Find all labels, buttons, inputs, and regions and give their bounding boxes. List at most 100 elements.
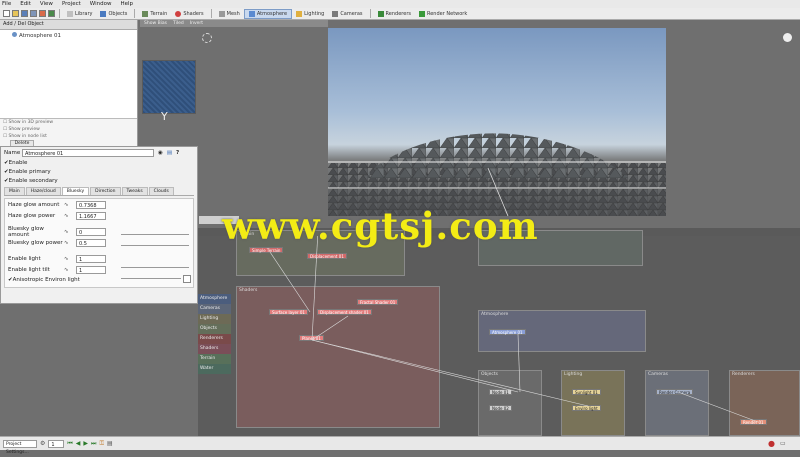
bluesky-amount-slider[interactable] — [121, 234, 189, 235]
graph-icon[interactable]: ∿ — [64, 256, 76, 262]
show-bias-toggle[interactable]: Show Bias — [144, 21, 167, 26]
graph-icon[interactable]: ∿ — [64, 229, 76, 235]
sun-icon[interactable] — [202, 33, 212, 43]
play-icon[interactable]: ▶ — [83, 440, 88, 447]
enable-light-slider[interactable] — [121, 267, 189, 268]
name-row: Name Atmosphere 01 ◉ ▤ ? — [1, 147, 197, 158]
invert-toggle[interactable]: Invert — [190, 21, 203, 26]
menu-help[interactable]: Help — [120, 1, 133, 7]
check-label: Enable primary — [8, 168, 51, 175]
atmosphere-icon — [248, 10, 255, 17]
objects-button[interactable]: Objects — [96, 9, 131, 19]
open-folder-icon[interactable] — [12, 10, 19, 17]
tiled-toggle[interactable]: Tiled — [173, 21, 184, 26]
haze-glow-power-field[interactable]: 1.1667 — [76, 211, 106, 220]
cameras-label: Cameras — [340, 10, 363, 17]
terrain-button[interactable]: Terrain — [138, 9, 171, 19]
menu-view[interactable]: View — [40, 1, 53, 7]
undo-icon[interactable] — [39, 10, 46, 17]
3d-viewport[interactable] — [328, 28, 666, 216]
lighting-label: Lighting — [304, 10, 325, 17]
scene-item-atmosphere[interactable]: Atmosphere 01 — [0, 30, 137, 39]
check-enable[interactable]: ✔ Enable — [1, 158, 197, 167]
haze-glow-amount-field[interactable]: 0.7368 — [76, 200, 106, 209]
tab-main[interactable]: Main — [4, 187, 25, 195]
name-label: Name — [4, 149, 21, 156]
property-row: Enable light tilt ∿ 1 — [5, 264, 193, 275]
list-icon[interactable]: ▤ — [167, 150, 172, 156]
option-show-node-list[interactable]: ☐ Show in node list — [0, 133, 137, 140]
divider — [134, 9, 136, 18]
tab-clouds[interactable]: Clouds — [148, 187, 174, 195]
record-icon[interactable]: ● — [768, 439, 775, 448]
cameras-button[interactable]: Cameras — [328, 9, 366, 19]
divider — [59, 9, 60, 18]
graph-icon[interactable]: ∿ — [64, 202, 76, 208]
enable-light-tilt-checkbox[interactable] — [183, 275, 191, 283]
watermark-text: www.cgtsj.com — [222, 204, 539, 248]
check-enable-primary[interactable]: ✔ Enable primary — [1, 167, 197, 176]
tab-direction[interactable]: Direction — [90, 187, 121, 195]
tab-tweaks[interactable]: Tweaks — [121, 187, 148, 195]
scene-panel-header[interactable]: Add / Del Object — [0, 20, 137, 30]
light-direction-icon[interactable] — [783, 33, 792, 42]
atmosphere-button[interactable]: Atmosphere — [243, 8, 293, 19]
menu-window[interactable]: Window — [90, 1, 112, 7]
library-label: Library — [75, 10, 93, 17]
property-label: Enable light — [8, 255, 41, 262]
shaders-label: Shaders — [183, 10, 204, 17]
help-icon[interactable]: ? — [176, 150, 179, 156]
shaders-button[interactable]: Shaders — [171, 9, 207, 19]
first-frame-icon[interactable]: ⏮ — [67, 440, 72, 448]
eye-icon[interactable]: ◉ — [158, 150, 163, 156]
menu-file[interactable]: File — [2, 1, 11, 7]
enable-light-tilt-slider[interactable] — [121, 278, 181, 279]
settings-icon[interactable]: ⚙ — [40, 440, 45, 447]
mesh-icon — [218, 10, 225, 17]
redo-icon[interactable] — [48, 10, 55, 17]
tab-haze-cloud[interactable]: Haze/cloud — [25, 187, 61, 195]
property-row: Enable light ∿ 1 — [5, 253, 193, 264]
timeline-options-icon[interactable]: ▭ — [780, 440, 786, 447]
prev-frame-icon[interactable]: ◀ — [76, 440, 81, 447]
lighting-button[interactable]: Lighting — [292, 9, 328, 19]
menu-project[interactable]: Project — [62, 1, 81, 7]
options-icon[interactable]: ▤ — [107, 440, 113, 447]
main-toolbar: Library Objects Terrain Shaders Mesh Atm… — [0, 8, 800, 20]
terrain-label: Terrain — [150, 10, 168, 17]
preview-toolbar: Show Bias Tiled Invert — [140, 20, 328, 27]
project-settings-button[interactable]: Project Settings... — [3, 439, 37, 455]
graph-icon[interactable]: ∿ — [64, 213, 76, 219]
renderers-label: Renderers — [385, 10, 411, 17]
enable-light-tilt-field[interactable]: 1 — [76, 265, 106, 274]
bluesky-glow-amount-field[interactable]: 0 — [76, 227, 106, 236]
key-icon[interactable]: ⚿ — [99, 440, 104, 448]
enable-light-field[interactable]: 1 — [76, 254, 106, 263]
tab-bluesky[interactable]: Bluesky — [61, 187, 90, 195]
bluesky-power-slider[interactable] — [121, 245, 189, 246]
last-frame-icon[interactable]: ⏭ — [91, 440, 96, 448]
library-button[interactable]: Library — [63, 9, 96, 19]
renderers-button[interactable]: Renderers — [374, 9, 415, 19]
option-show-3d-preview[interactable]: ☐ Show in 3D preview — [0, 119, 137, 126]
atmosphere-label: Atmosphere — [256, 10, 288, 17]
new-file-icon[interactable] — [3, 10, 10, 17]
mesh-button[interactable]: Mesh — [215, 9, 244, 19]
save-as-icon[interactable] — [30, 10, 37, 17]
graph-icon[interactable]: ∿ — [64, 267, 76, 273]
name-field[interactable]: Atmosphere 01 — [22, 148, 154, 157]
graph-icon[interactable]: ∿ — [64, 240, 76, 246]
check-enable-secondary[interactable]: ✔ Enable secondary — [1, 176, 197, 185]
frame-field[interactable]: 1 — [48, 439, 65, 448]
bluesky-glow-power-field[interactable]: 0.5 — [76, 238, 106, 247]
option-show-preview[interactable]: ☐ Show preview — [0, 126, 137, 133]
menu-edit[interactable]: Edit — [20, 1, 31, 7]
save-icon[interactable] — [21, 10, 28, 17]
bluesky-tab-content: Haze glow amount ∿ 0.7368 Haze glow power ∿… — [4, 198, 194, 288]
check-anisotropic[interactable]: ✔ Anisotropic Environ light — [5, 275, 193, 284]
render-network-button[interactable]: Render Network — [415, 9, 471, 19]
property-label: Enable light tilt — [8, 266, 50, 273]
atmosphere-icon — [12, 32, 17, 37]
status-bar: Project Settings... ⚙ 1 ⏮ ◀ ▶ ⏭ ⚿ ▤ ● ▭ — [0, 436, 800, 455]
render-network-label: Render Network — [426, 10, 468, 17]
